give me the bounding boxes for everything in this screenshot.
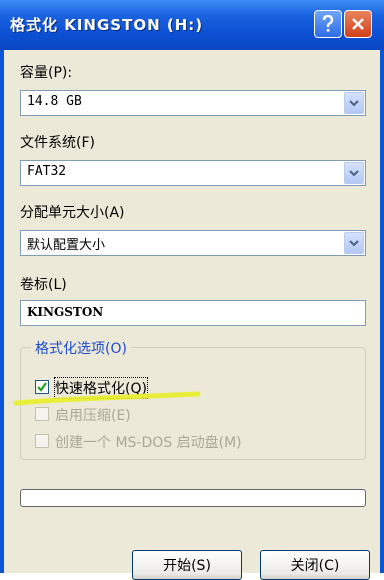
msdos-boot-checkbox[interactable] — [35, 434, 49, 448]
msdos-boot-label: 创建一个 MS-DOS 启动盘(M) — [55, 435, 242, 451]
capacity-dropdown[interactable]: 14.8 GB — [20, 90, 366, 116]
window-title: 格式化 KINGSTON (H:) — [10, 16, 204, 34]
format-dialog-window: 格式化 KINGSTON (H:) 容量(P): 14.8 GB 文件系统(F)… — [0, 0, 384, 580]
start-button[interactable]: 开始(S) — [132, 550, 242, 580]
title-bar[interactable]: 格式化 KINGSTON (H:) — [0, 0, 384, 50]
format-options-group: 格式化选项(O) 快速格式化(Q) 启用压缩(E) 创建一个 MS-DOS 启动… — [20, 338, 366, 460]
filesystem-label: 文件系统(F) — [20, 135, 95, 151]
compression-checkbox[interactable] — [35, 407, 49, 421]
filesystem-value: FAT32 — [27, 164, 67, 179]
question-mark-icon — [322, 15, 334, 32]
chevron-down-icon[interactable] — [344, 162, 364, 184]
allocation-label: 分配单元大小(A) — [20, 205, 125, 221]
filesystem-dropdown[interactable]: FAT32 — [20, 160, 366, 186]
help-button[interactable] — [314, 10, 342, 38]
close-button[interactable]: 关闭(C) — [260, 550, 370, 580]
volume-label-value: KINGSTON — [27, 305, 104, 319]
compression-label: 启用压缩(E) — [55, 408, 131, 424]
volume-label-caption: 卷标(L) — [20, 277, 67, 293]
close-window-button[interactable] — [344, 10, 372, 38]
capacity-value: 14.8 GB — [27, 94, 82, 109]
dialog-body: 容量(P): 14.8 GB 文件系统(F) FAT32 分配单元大小(A) 默… — [4, 50, 380, 580]
allocation-value: 默认配置大小 — [27, 238, 106, 253]
chevron-down-icon[interactable] — [344, 92, 364, 114]
checkmark-icon — [37, 382, 47, 392]
x-icon — [352, 18, 364, 30]
quick-format-label: 快速格式化(Q) — [54, 377, 148, 399]
capacity-label: 容量(P): — [20, 65, 73, 81]
chevron-down-icon[interactable] — [344, 232, 364, 254]
allocation-dropdown[interactable]: 默认配置大小 — [20, 230, 366, 256]
format-progress-bar — [20, 489, 366, 507]
quick-format-checkbox[interactable] — [35, 380, 49, 394]
volume-label-input[interactable]: KINGSTON — [20, 300, 366, 326]
format-options-title: 格式化选项(O) — [31, 338, 131, 358]
